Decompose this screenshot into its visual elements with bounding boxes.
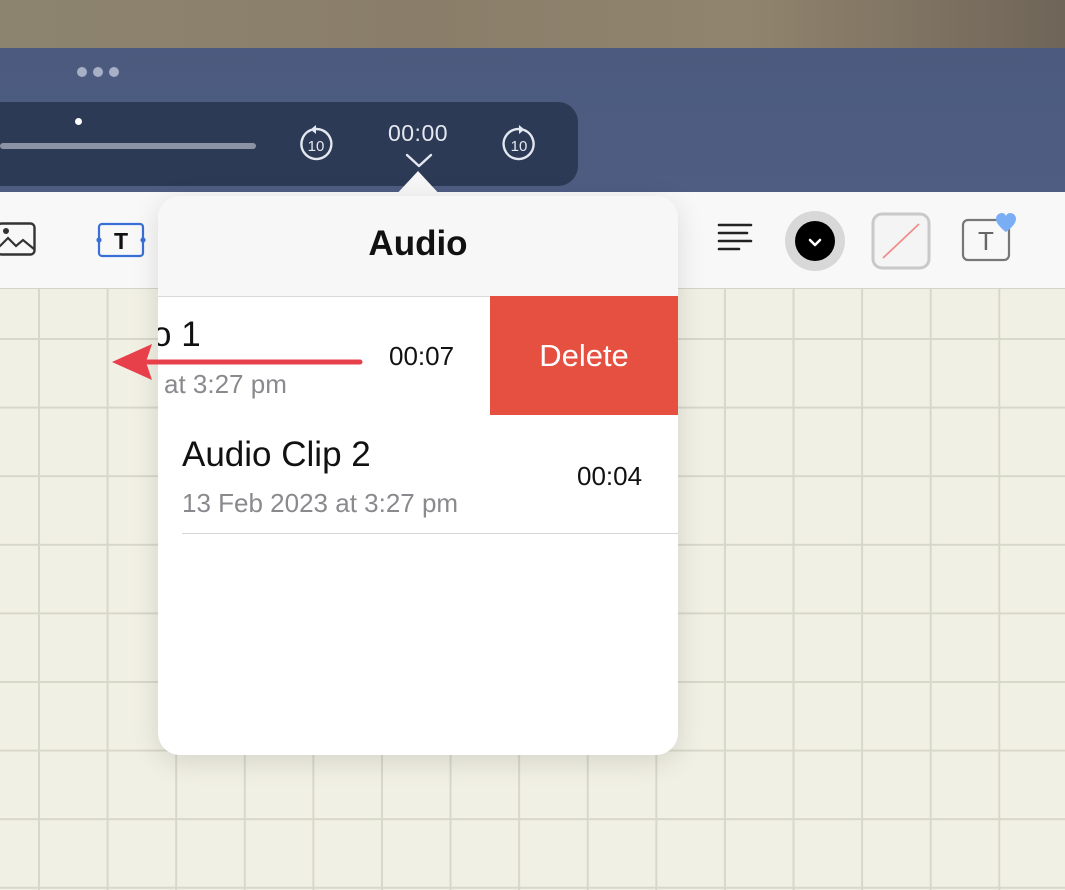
playhead-dot[interactable] — [75, 118, 82, 125]
delete-button[interactable]: Delete — [490, 296, 678, 415]
popover-header: Audio — [158, 196, 678, 297]
fill-color-icon[interactable] — [871, 212, 931, 270]
text-style-icon[interactable]: T — [960, 210, 1020, 264]
popover-arrow — [393, 171, 443, 198]
dot — [93, 67, 103, 77]
window-menu-dots[interactable] — [77, 67, 119, 77]
pen-color-icon[interactable] — [784, 210, 846, 272]
popover-title: Audio — [368, 224, 468, 263]
audio-popover: Audio o 1 at 3:27 pm 00:07 Delete Audio … — [158, 196, 678, 755]
skip-forward-label: 10 — [511, 138, 528, 155]
align-icon[interactable] — [717, 222, 753, 254]
dot — [109, 67, 119, 77]
audio-clip-row[interactable]: Audio Clip 2 13 Feb 2023 at 3:27 pm 00:0… — [158, 415, 678, 534]
chevron-down-icon[interactable] — [404, 152, 434, 170]
swipe-left-arrow-icon — [112, 344, 363, 380]
clip-duration: 00:07 — [389, 341, 455, 371]
scrub-track[interactable] — [0, 143, 256, 149]
text-tool-glyph: T — [114, 228, 128, 254]
skip-back-label: 10 — [308, 138, 325, 155]
clip-date: 13 Feb 2023 at 3:27 pm — [182, 488, 459, 518]
skip-forward-10-icon[interactable]: 10 — [499, 124, 539, 164]
desktop-wallpaper — [0, 0, 1065, 48]
text-box-icon[interactable]: T — [96, 222, 148, 258]
clip-name: Audio Clip 2 — [182, 435, 371, 474]
text-style-glyph: T — [978, 226, 994, 256]
dot — [77, 67, 87, 77]
skip-back-10-icon[interactable]: 10 — [296, 124, 336, 164]
row-divider — [182, 533, 678, 534]
image-icon[interactable] — [0, 222, 36, 256]
playback-time: 00:00 — [387, 120, 449, 146]
clip-duration: 00:04 — [577, 461, 643, 491]
